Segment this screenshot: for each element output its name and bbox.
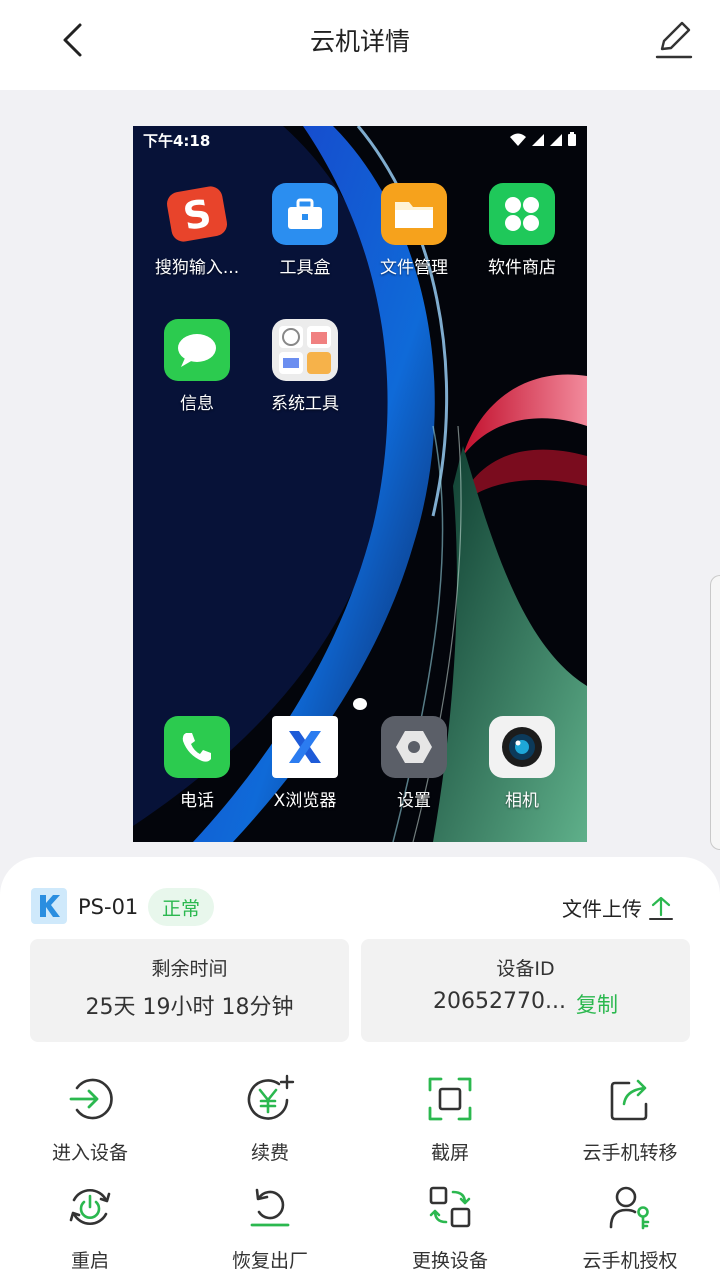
- signal-icon: [532, 133, 544, 146]
- renew-icon: [243, 1072, 297, 1126]
- app-label: 工具盒: [279, 258, 331, 278]
- phone-status-bar: 下午4:18: [133, 126, 587, 152]
- app-label: 信息: [180, 394, 214, 414]
- remaining-time-card: 剩余时间 25天 19小时 18分钟: [30, 939, 349, 1042]
- action-factory-reset[interactable]: 恢复出厂: [180, 1180, 360, 1280]
- app-system-tools[interactable]: 系统工具: [253, 319, 357, 419]
- phone-status-icons: [509, 132, 577, 147]
- action-label: 更换设备: [411, 1250, 488, 1272]
- device-id-value: 20652770...: [433, 989, 566, 1014]
- toolbox-icon: [272, 183, 338, 245]
- device-id-card: 设备ID 20652770... 复制: [361, 939, 690, 1042]
- remaining-time-title: 剩余时间: [151, 958, 228, 980]
- edit-button[interactable]: [650, 16, 698, 64]
- app-messages[interactable]: 信息: [145, 319, 249, 419]
- app-label: 电话: [180, 791, 214, 811]
- wifi-icon: [510, 133, 526, 146]
- restart-icon: [63, 1180, 117, 1234]
- phone-icon: [164, 716, 230, 778]
- app-label: 软件商店: [488, 258, 556, 278]
- device-logo-icon: [31, 888, 67, 924]
- app-phone[interactable]: 电话: [145, 716, 249, 816]
- app-settings[interactable]: 设置: [362, 716, 466, 816]
- transfer-icon: [603, 1072, 657, 1126]
- app-label: X浏览器: [273, 791, 337, 811]
- app-label: 搜狗输入...: [154, 258, 240, 278]
- top-bar: 云机详情: [0, 0, 720, 90]
- app-label: 相机: [505, 791, 539, 811]
- action-label: 截屏: [430, 1142, 469, 1164]
- device-info-panel: PS-01 正常 文件上传 剩余时间 25天 19小时 18分钟 设备ID 20…: [0, 857, 720, 1280]
- file-upload-button[interactable]: 文件上传: [562, 893, 674, 922]
- app-file-manager[interactable]: 文件管理: [362, 183, 466, 283]
- page-title: 云机详情: [309, 27, 410, 56]
- app-label: 文件管理: [380, 258, 448, 278]
- action-label: 续费: [250, 1142, 289, 1164]
- upload-icon: [649, 896, 673, 920]
- screenshot-icon: [423, 1072, 477, 1126]
- action-label: 云手机授权: [582, 1250, 678, 1272]
- action-transfer[interactable]: 云手机转移: [540, 1072, 720, 1172]
- settings-icon: [381, 716, 447, 778]
- folder-icon: [381, 183, 447, 245]
- action-label: 云手机转移: [582, 1142, 678, 1164]
- battery-icon: [568, 132, 576, 146]
- file-upload-label: 文件上传: [562, 897, 642, 921]
- authorize-icon: [603, 1180, 657, 1234]
- app-sogou[interactable]: S 搜狗输入...: [145, 183, 249, 283]
- action-restart[interactable]: 重启: [0, 1180, 180, 1280]
- app-store-icon: [489, 183, 555, 245]
- cloud-phone-screen[interactable]: 下午4:18 S 搜狗输入... 工具盒 文件管理 软件商店 信息 系统工具 电…: [133, 126, 587, 842]
- replace-device-icon: [423, 1180, 477, 1234]
- status-badge: 正常: [148, 888, 214, 926]
- edit-icon: [655, 21, 693, 59]
- side-scroll-handle[interactable]: [710, 575, 720, 850]
- enter-device-icon: [63, 1072, 117, 1126]
- action-label: 重启: [70, 1250, 109, 1272]
- system-tools-icon: [272, 319, 338, 381]
- action-renew[interactable]: 续费: [180, 1072, 360, 1172]
- sogou-icon: S: [164, 183, 230, 245]
- message-icon: [164, 319, 230, 381]
- action-label: 进入设备: [51, 1142, 128, 1164]
- x-browser-icon: [272, 716, 338, 778]
- camera-icon: [489, 716, 555, 778]
- action-label: 恢复出厂: [231, 1250, 308, 1272]
- device-id-title: 设备ID: [496, 958, 555, 980]
- action-screenshot[interactable]: 截屏: [360, 1072, 540, 1172]
- phone-status-time: 下午4:18: [143, 132, 211, 150]
- action-enter-device[interactable]: 进入设备: [0, 1072, 180, 1172]
- signal-icon: [550, 133, 562, 146]
- page-indicator-dot: [353, 698, 367, 710]
- device-id-row: 20652770... 复制: [361, 989, 690, 1019]
- app-label: 系统工具: [271, 394, 339, 414]
- app-toolbox[interactable]: 工具盒: [253, 183, 357, 283]
- app-label: 设置: [397, 791, 431, 811]
- action-replace-device[interactable]: 更换设备: [360, 1180, 540, 1280]
- copy-button[interactable]: 复制: [576, 989, 618, 1019]
- app-camera[interactable]: 相机: [470, 716, 574, 816]
- app-x-browser[interactable]: X浏览器: [253, 716, 357, 816]
- remaining-time-value: 25天 19小时 18分钟: [85, 995, 294, 1020]
- action-authorize[interactable]: 云手机授权: [540, 1180, 720, 1280]
- device-name: PS-01: [78, 895, 139, 919]
- app-software-store[interactable]: 软件商店: [470, 183, 574, 283]
- factory-reset-icon: [243, 1180, 297, 1234]
